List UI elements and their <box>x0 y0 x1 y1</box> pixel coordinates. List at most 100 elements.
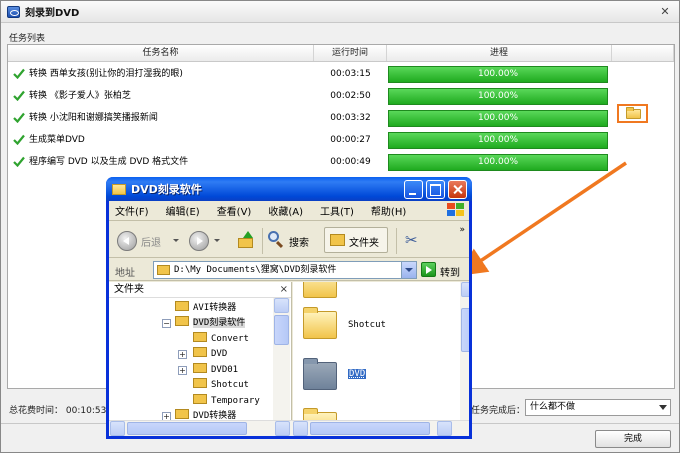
toolbar-separator <box>262 228 263 254</box>
task-row[interactable]: 程序编写 DVD 以及生成 DVD 格式文件 00:00:49 100.00% <box>8 151 674 173</box>
up-folder-icon[interactable] <box>237 231 255 249</box>
folder-icon <box>157 265 170 275</box>
menu-edit[interactable]: 编辑(E) <box>166 203 200 218</box>
task-row[interactable]: 转换 小沈阳和谢娜搞笑播报新闻 00:03:32 100.00% <box>8 107 674 129</box>
folders-button[interactable]: 文件夹 <box>324 227 388 253</box>
check-icon <box>13 134 25 145</box>
task-time: 00:03:15 <box>330 69 371 79</box>
scroll-up-icon[interactable] <box>461 282 469 297</box>
task-time: 00:03:32 <box>330 113 371 123</box>
folder-icon <box>193 332 207 342</box>
search-icon[interactable] <box>268 231 284 249</box>
file-list-pane: Shotcut DVD <box>293 282 469 420</box>
dvd-app-icon <box>7 5 20 18</box>
toolbar-overflow[interactable]: » <box>459 225 465 235</box>
scroll-right-icon[interactable] <box>275 421 290 436</box>
task-row[interactable]: 转换 西单女孩(别让你的泪打湿我的眼) 00:03:15 100.00% <box>8 63 674 85</box>
column-header-name[interactable]: 任务名称 <box>8 45 314 61</box>
folder-pane-close-icon[interactable]: × <box>280 282 288 298</box>
expand-icon[interactable]: + <box>178 366 187 375</box>
back-dropdown-icon[interactable] <box>173 239 179 242</box>
menu-favorites[interactable]: 收藏(A) <box>268 203 303 218</box>
dialog-titlebar[interactable]: 刻录到DVD ✕ <box>1 1 679 23</box>
explorer-toolbar: 后退 搜索 文件夹 ✂ » <box>109 222 469 258</box>
back-icon[interactable] <box>117 231 137 251</box>
file-item-shotcut[interactable]: Shotcut <box>348 320 386 330</box>
after-task-select[interactable]: 什么都不做 <box>525 399 671 416</box>
files-hscroll-thumb[interactable] <box>310 422 430 435</box>
column-header-progress[interactable]: 进程 <box>387 45 612 61</box>
folder-icon[interactable] <box>303 408 337 420</box>
tree-hscroll-thumb[interactable] <box>127 422 247 435</box>
back-label[interactable]: 后退 <box>141 234 161 249</box>
chevron-down-icon <box>659 405 667 410</box>
menu-file[interactable]: 文件(F) <box>115 203 149 218</box>
dialog-title: 刻录到DVD <box>25 8 80 19</box>
files-scroll-thumb[interactable] <box>461 308 469 352</box>
folder-icon <box>193 363 207 373</box>
open-folder-icon <box>626 107 641 119</box>
expand-icon[interactable]: + <box>178 350 187 359</box>
folder-icon[interactable] <box>303 358 337 390</box>
folder-icon[interactable] <box>303 307 337 339</box>
explorer-close-button[interactable] <box>448 180 467 199</box>
folder-icon[interactable] <box>303 282 337 298</box>
check-icon <box>13 112 25 123</box>
tree-item-dvd01[interactable]: DVD01 <box>193 363 238 378</box>
go-arrow-icon[interactable] <box>421 262 436 277</box>
menu-tools[interactable]: 工具(T) <box>320 203 354 218</box>
check-icon <box>13 68 25 79</box>
maximize-button[interactable] <box>426 180 445 199</box>
minimize-button[interactable] <box>404 180 423 199</box>
address-input[interactable]: D:\My Documents\狸窝\DVD刻录软件 <box>153 261 417 279</box>
task-progress-bar: 100.00% <box>388 110 608 127</box>
tree-item-avi-converter[interactable]: AVI转换器 <box>175 301 236 316</box>
menu-help[interactable]: 帮助(H) <box>371 203 406 218</box>
folder-icon <box>175 301 189 311</box>
tree-scroll-thumb[interactable] <box>274 315 289 345</box>
task-list-header: 任务名称 运行时间 进程 <box>8 45 674 62</box>
expand-icon[interactable]: + <box>162 412 171 420</box>
tree-item-dvd[interactable]: DVD <box>193 347 227 362</box>
folder-icon <box>193 394 207 404</box>
tree-item-dvd-burner[interactable]: DVD刻录软件 <box>175 316 246 331</box>
tree-item-temporary[interactable]: Temporary <box>193 394 260 409</box>
address-label: 地址 <box>115 268 135 279</box>
file-item-dvd[interactable]: DVD <box>348 369 367 379</box>
tree-item-convert[interactable]: Convert <box>193 332 249 347</box>
task-row[interactable]: 生成菜单DVD 00:00:27 100.00% <box>8 129 674 151</box>
task-time: 00:00:27 <box>330 135 371 145</box>
search-button-label[interactable]: 搜索 <box>289 234 309 249</box>
close-button[interactable]: ✕ <box>657 4 673 20</box>
task-list-caption: 任务列表 <box>9 34 46 44</box>
go-button-label[interactable]: 转到 <box>440 264 460 279</box>
menu-view[interactable]: 查看(V) <box>217 203 252 218</box>
folder-icon <box>193 347 207 357</box>
after-task-label: 任务完成后： <box>471 406 526 416</box>
tree-item-dvd-converter[interactable]: DVD转换器 <box>175 409 236 420</box>
address-dropdown-button[interactable] <box>401 262 416 278</box>
task-time: 00:02:50 <box>330 91 371 101</box>
scroll-right-icon[interactable] <box>437 421 452 436</box>
tree-item-shotcut[interactable]: Shotcut <box>193 378 249 393</box>
scroll-up-icon[interactable] <box>274 298 289 313</box>
open-output-folder-button[interactable] <box>617 104 648 123</box>
forward-dropdown-icon[interactable] <box>214 239 220 242</box>
address-bar: 地址 D:\My Documents\狸窝\DVD刻录软件 转到 <box>109 259 469 281</box>
task-progress-bar: 100.00% <box>388 66 608 83</box>
horizontal-scrollbar[interactable] <box>109 420 469 436</box>
explorer-titlebar[interactable]: DVD刻录软件 <box>106 177 472 201</box>
cut-icon[interactable]: ✂ <box>405 231 421 249</box>
finish-button[interactable]: 完成 <box>595 430 671 448</box>
tree-scrollbar[interactable] <box>273 298 290 420</box>
files-scrollbar[interactable] <box>460 282 469 420</box>
collapse-icon[interactable]: − <box>162 319 171 328</box>
task-name: 程序编写 DVD 以及生成 DVD 格式文件 <box>29 157 189 167</box>
scroll-left-icon[interactable] <box>110 421 125 436</box>
task-row[interactable]: 转换 《影子爱人》张柏芝 00:02:50 100.00% <box>8 85 674 107</box>
forward-icon[interactable] <box>189 231 209 251</box>
column-header-open <box>612 45 674 61</box>
toolbar-separator <box>396 228 397 254</box>
scroll-left-icon[interactable] <box>293 421 308 436</box>
column-header-time[interactable]: 运行时间 <box>314 45 387 61</box>
